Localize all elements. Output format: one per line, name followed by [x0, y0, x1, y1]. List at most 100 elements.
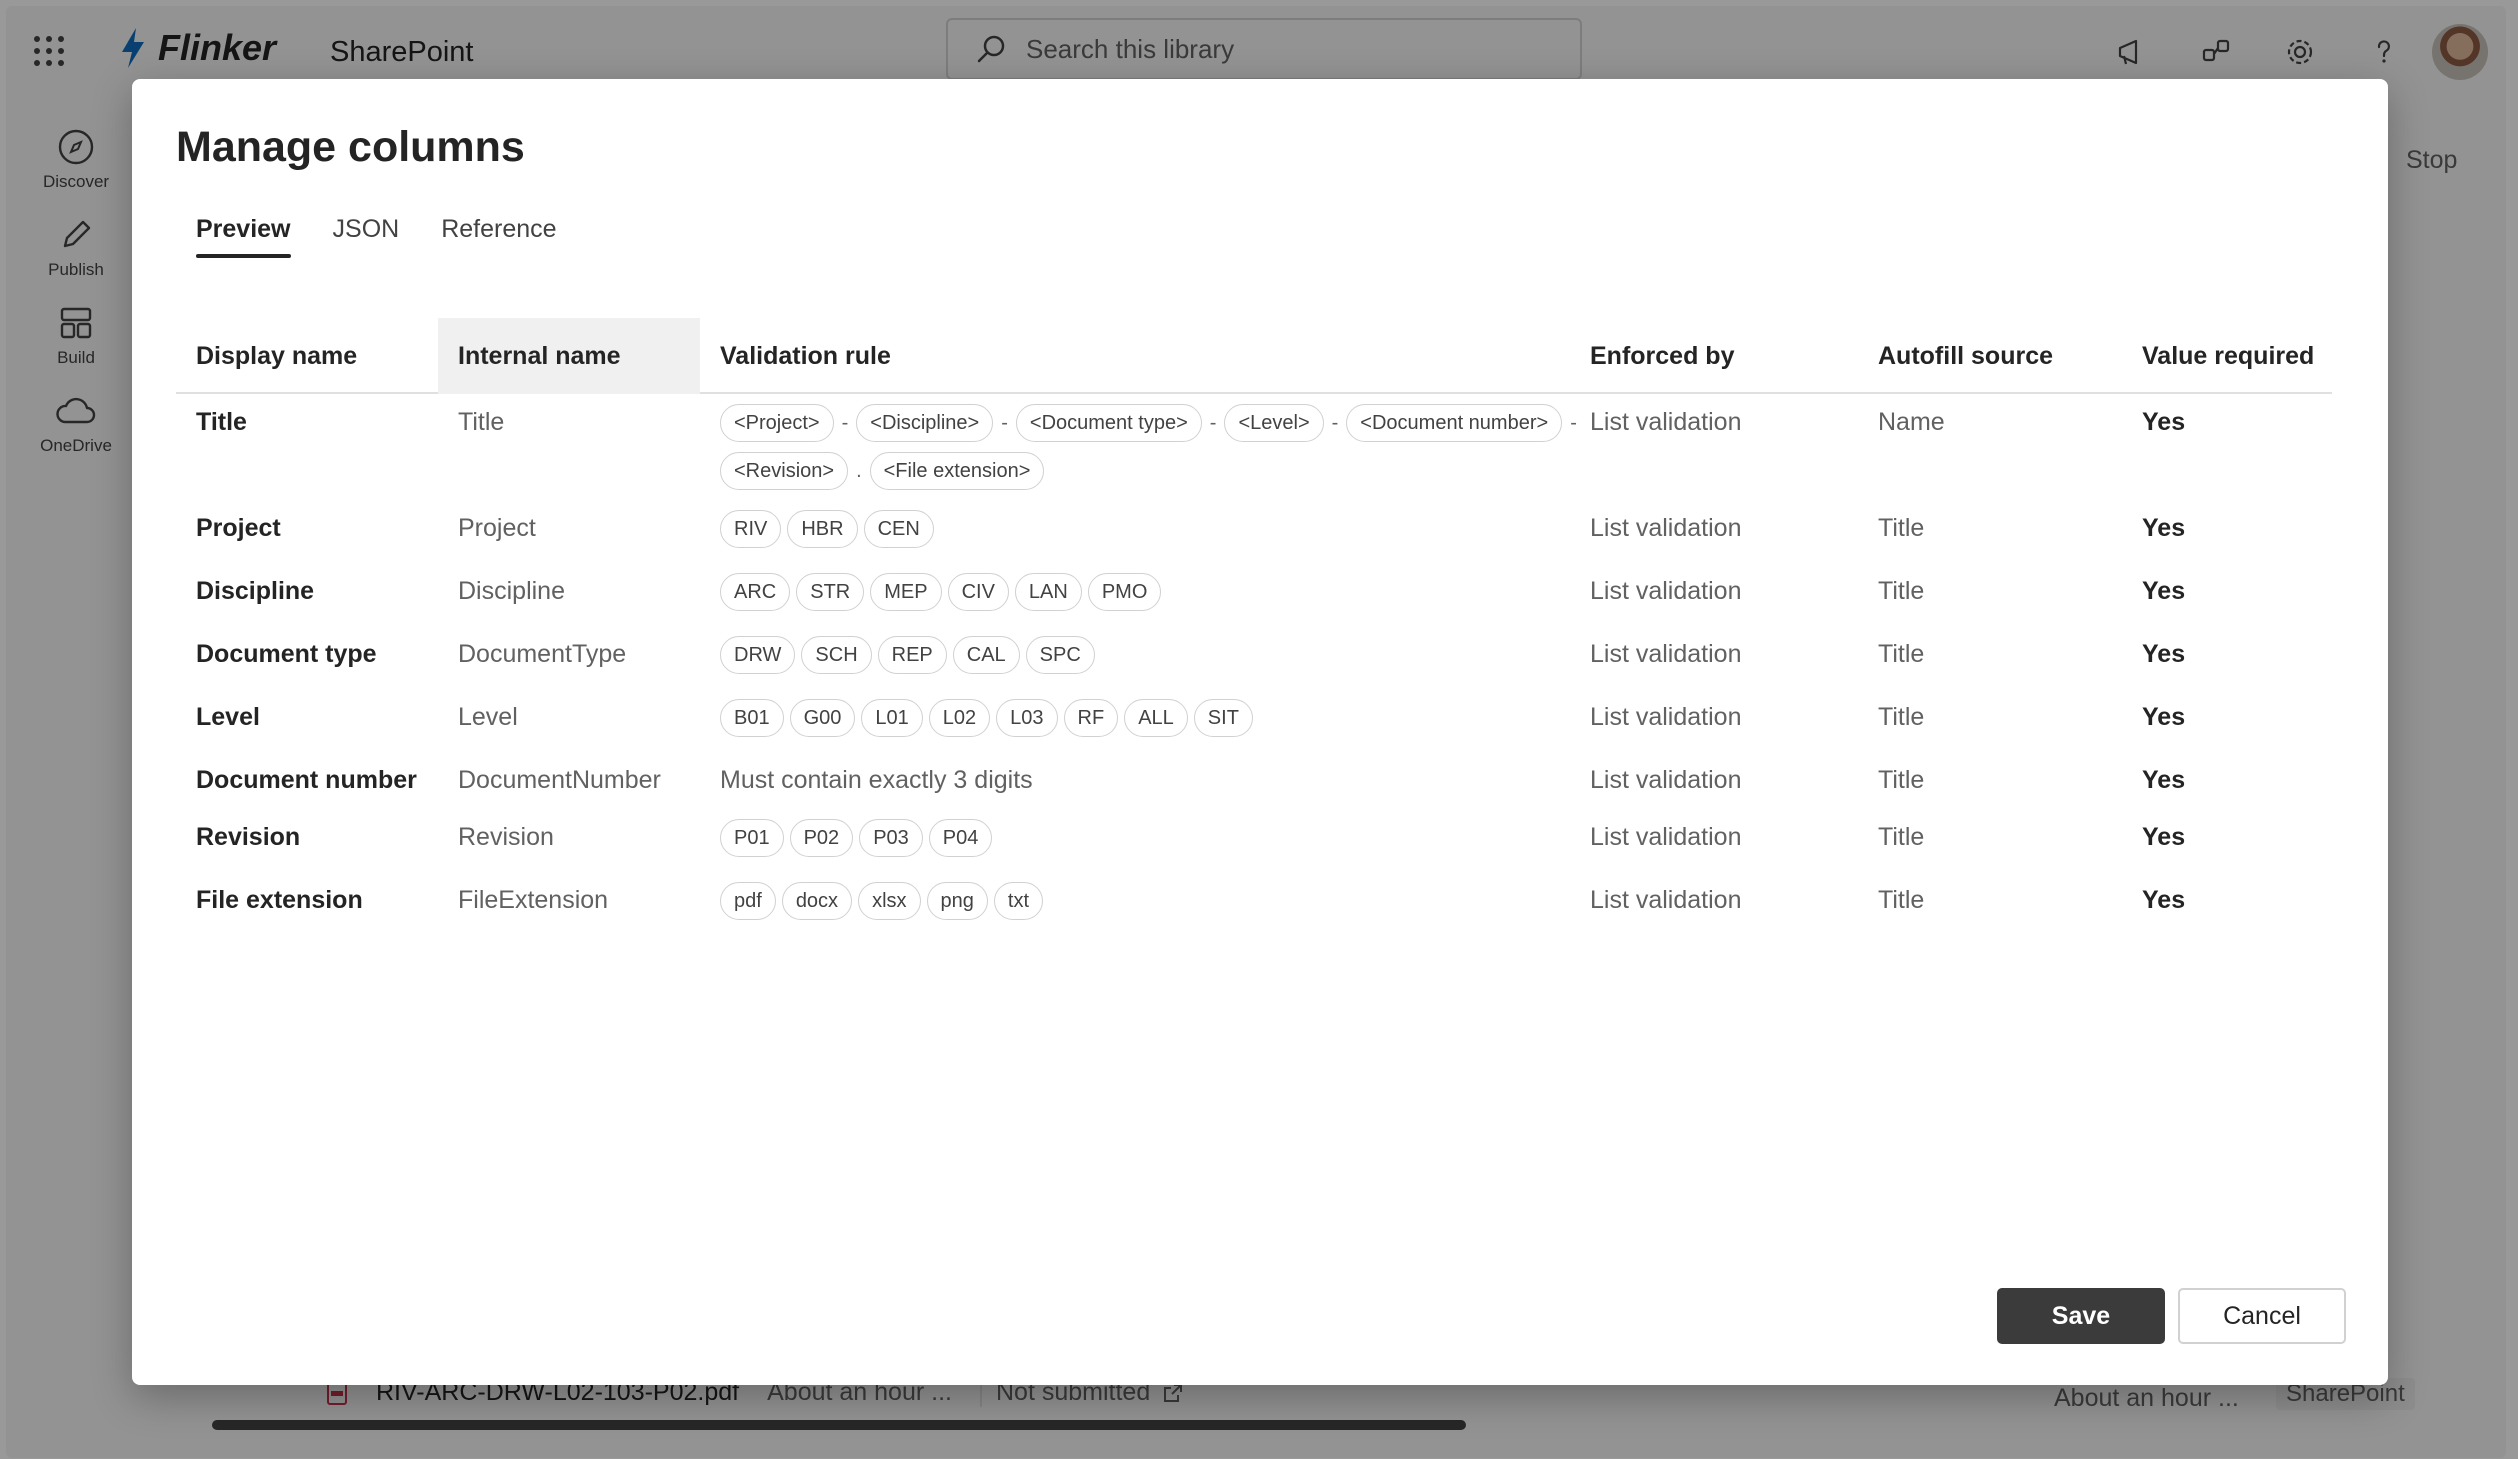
header-enforced-by[interactable]: Enforced by: [1590, 318, 1734, 394]
token-separator: -: [1570, 411, 1577, 434]
table-row[interactable]: File extension FileExtension pdf docx xlsx pn…: [176, 872, 2332, 935]
value-required-cell: Yes: [2142, 886, 2186, 914]
validation-rule-cell: Must contain exactly 3 digits: [720, 766, 1580, 795]
table-row[interactable]: Level Level B01 G00 L01 L02 L03 RF ALL SIT List va…: [176, 689, 2332, 752]
value-chip-hbr: HBR: [787, 510, 858, 548]
value-required-cell: Yes: [2142, 514, 2186, 542]
validation-rule-cell: <Project> - <Discipline> - <Document type> - <…: [720, 404, 1580, 490]
value-chip-png: png: [926, 882, 988, 920]
value-chip-spc: SPC: [1025, 636, 1095, 674]
value-chip-txt: txt: [993, 882, 1044, 920]
value-chip-discipline: <Discipline>: [856, 404, 994, 442]
validation-chips: B01 G00 L01 L02 L03 RF ALL SIT: [720, 699, 1580, 737]
value-chip-p01: P01: [720, 819, 784, 857]
value-chip-revision: <Revision>: [720, 452, 849, 490]
value-chip-rep: REP: [877, 636, 947, 674]
autofill-source-cell: Title: [1878, 514, 1925, 542]
value-required-cell: Yes: [2142, 703, 2186, 731]
tab-preview[interactable]: Preview: [196, 215, 291, 258]
enforced-by-cell: List validation: [1590, 766, 1742, 794]
value-chip-sit: SIT: [1193, 699, 1253, 737]
table-row[interactable]: Discipline Discipline ARC STR MEP CIV LAN PMO Li…: [176, 563, 2332, 626]
internal-name-cell: FileExtension: [458, 886, 609, 914]
value-chip-mep: MEP: [870, 573, 942, 611]
enforced-by-cell: List validation: [1590, 408, 1742, 436]
value-required-cell: Yes: [2142, 577, 2186, 605]
value-chip-document-number: <Document number>: [1346, 404, 1563, 442]
value-chip-drw: DRW: [720, 636, 796, 674]
header-autofill-source[interactable]: Autofill source: [1878, 318, 2053, 394]
value-chip-pdf: pdf: [720, 882, 776, 920]
display-name-cell: Document number: [196, 766, 417, 794]
value-chip-cal: CAL: [952, 636, 1020, 674]
enforced-by-cell: List validation: [1590, 703, 1742, 731]
value-chip-all: ALL: [1124, 699, 1188, 737]
table-row[interactable]: Project Project RIV HBR CEN List validation Ti…: [176, 500, 2332, 563]
internal-name-cell: Revision: [458, 823, 554, 851]
value-required-cell: Yes: [2142, 766, 2186, 794]
autofill-source-cell: Title: [1878, 703, 1925, 731]
table-row[interactable]: Document number DocumentNumber Must contai…: [176, 752, 2332, 809]
token-separator: .: [856, 459, 862, 482]
value-chip-b01: B01: [720, 699, 784, 737]
enforced-by-cell: List validation: [1590, 514, 1742, 542]
internal-name-cell: Level: [458, 703, 518, 731]
manage-columns-dialog: Manage columns Preview JSON Reference Di…: [132, 79, 2388, 1385]
table-row[interactable]: Title Title <Project> - <Discipline> - <Docume…: [176, 394, 2332, 500]
enforced-by-cell: List validation: [1590, 823, 1742, 851]
enforced-by-cell: List validation: [1590, 886, 1742, 914]
autofill-source-cell: Title: [1878, 766, 1925, 794]
header-validation-rule[interactable]: Validation rule: [720, 318, 1580, 394]
validation-rule-cell: P01 P02 P03 P04: [720, 819, 1580, 857]
internal-name-cell: DocumentNumber: [458, 766, 661, 794]
table-row[interactable]: Revision Revision P01 P02 P03 P04 List validat…: [176, 809, 2332, 872]
autofill-source-cell: Title: [1878, 577, 1925, 605]
cancel-button[interactable]: Cancel: [2178, 1288, 2346, 1344]
value-chip-project: <Project>: [720, 404, 834, 442]
token-separator: -: [841, 411, 849, 434]
tab-reference[interactable]: Reference: [441, 215, 556, 258]
header-internal-name[interactable]: Internal name: [438, 318, 700, 394]
dialog-tabs: Preview JSON Reference: [196, 215, 557, 258]
value-chip-docx: docx: [781, 882, 853, 920]
validation-chips: DRW SCH REP CAL SPC: [720, 636, 1580, 674]
table-header: Display name Internal name Validation ru…: [176, 318, 2332, 394]
validation-chips: ARC STR MEP CIV LAN PMO: [720, 573, 1580, 611]
display-name-cell: Revision: [196, 823, 301, 851]
autofill-source-cell: Title: [1878, 886, 1925, 914]
value-chip-p04: P04: [928, 819, 993, 857]
columns-table: Display name Internal name Validation ru…: [176, 318, 2332, 935]
value-chip-str: STR: [796, 573, 865, 611]
token-separator: -: [1001, 411, 1008, 434]
value-chip-p03: P03: [859, 819, 923, 857]
dialog-title: Manage columns: [176, 123, 525, 171]
value-required-cell: Yes: [2142, 408, 2186, 436]
value-chip-sch: SCH: [801, 636, 872, 674]
value-chip-riv: RIV: [720, 510, 782, 548]
value-chip-arc: ARC: [720, 573, 791, 611]
value-chip-l02: L02: [928, 699, 991, 737]
display-name-cell: File extension: [196, 886, 363, 914]
validation-chips: <Project> - <Discipline> - <Document type> - <…: [720, 404, 1580, 490]
value-chip-g00: G00: [789, 699, 856, 737]
value-chip-cen: CEN: [863, 510, 934, 548]
header-value-required[interactable]: Value required: [2142, 318, 2314, 394]
value-chip-xlsx: xlsx: [858, 882, 921, 920]
validation-rule-cell: B01 G00 L01 L02 L03 RF ALL SIT: [720, 699, 1580, 737]
value-chip-p02: P02: [789, 819, 854, 857]
autofill-source-cell: Title: [1878, 640, 1925, 668]
table-body: Title Title <Project> - <Discipline> - <Docume…: [176, 394, 2332, 935]
value-chip-l03: L03: [996, 699, 1058, 737]
autofill-source-cell: Title: [1878, 823, 1925, 851]
value-required-cell: Yes: [2142, 823, 2186, 851]
table-row[interactable]: Document type DocumentType DRW SCH REP CAL SPC…: [176, 626, 2332, 689]
tab-json[interactable]: JSON: [333, 215, 400, 258]
save-button[interactable]: Save: [1997, 1288, 2165, 1344]
validation-chips: pdf docx xlsx png txt: [720, 882, 1580, 920]
internal-name-cell: Discipline: [458, 577, 565, 605]
validation-rule-cell: pdf docx xlsx png txt: [720, 882, 1580, 920]
validation-rule-cell: RIV HBR CEN: [720, 510, 1580, 548]
header-display-name[interactable]: Display name: [196, 318, 357, 394]
internal-name-cell: Project: [458, 514, 536, 542]
token-separator: -: [1209, 411, 1217, 434]
